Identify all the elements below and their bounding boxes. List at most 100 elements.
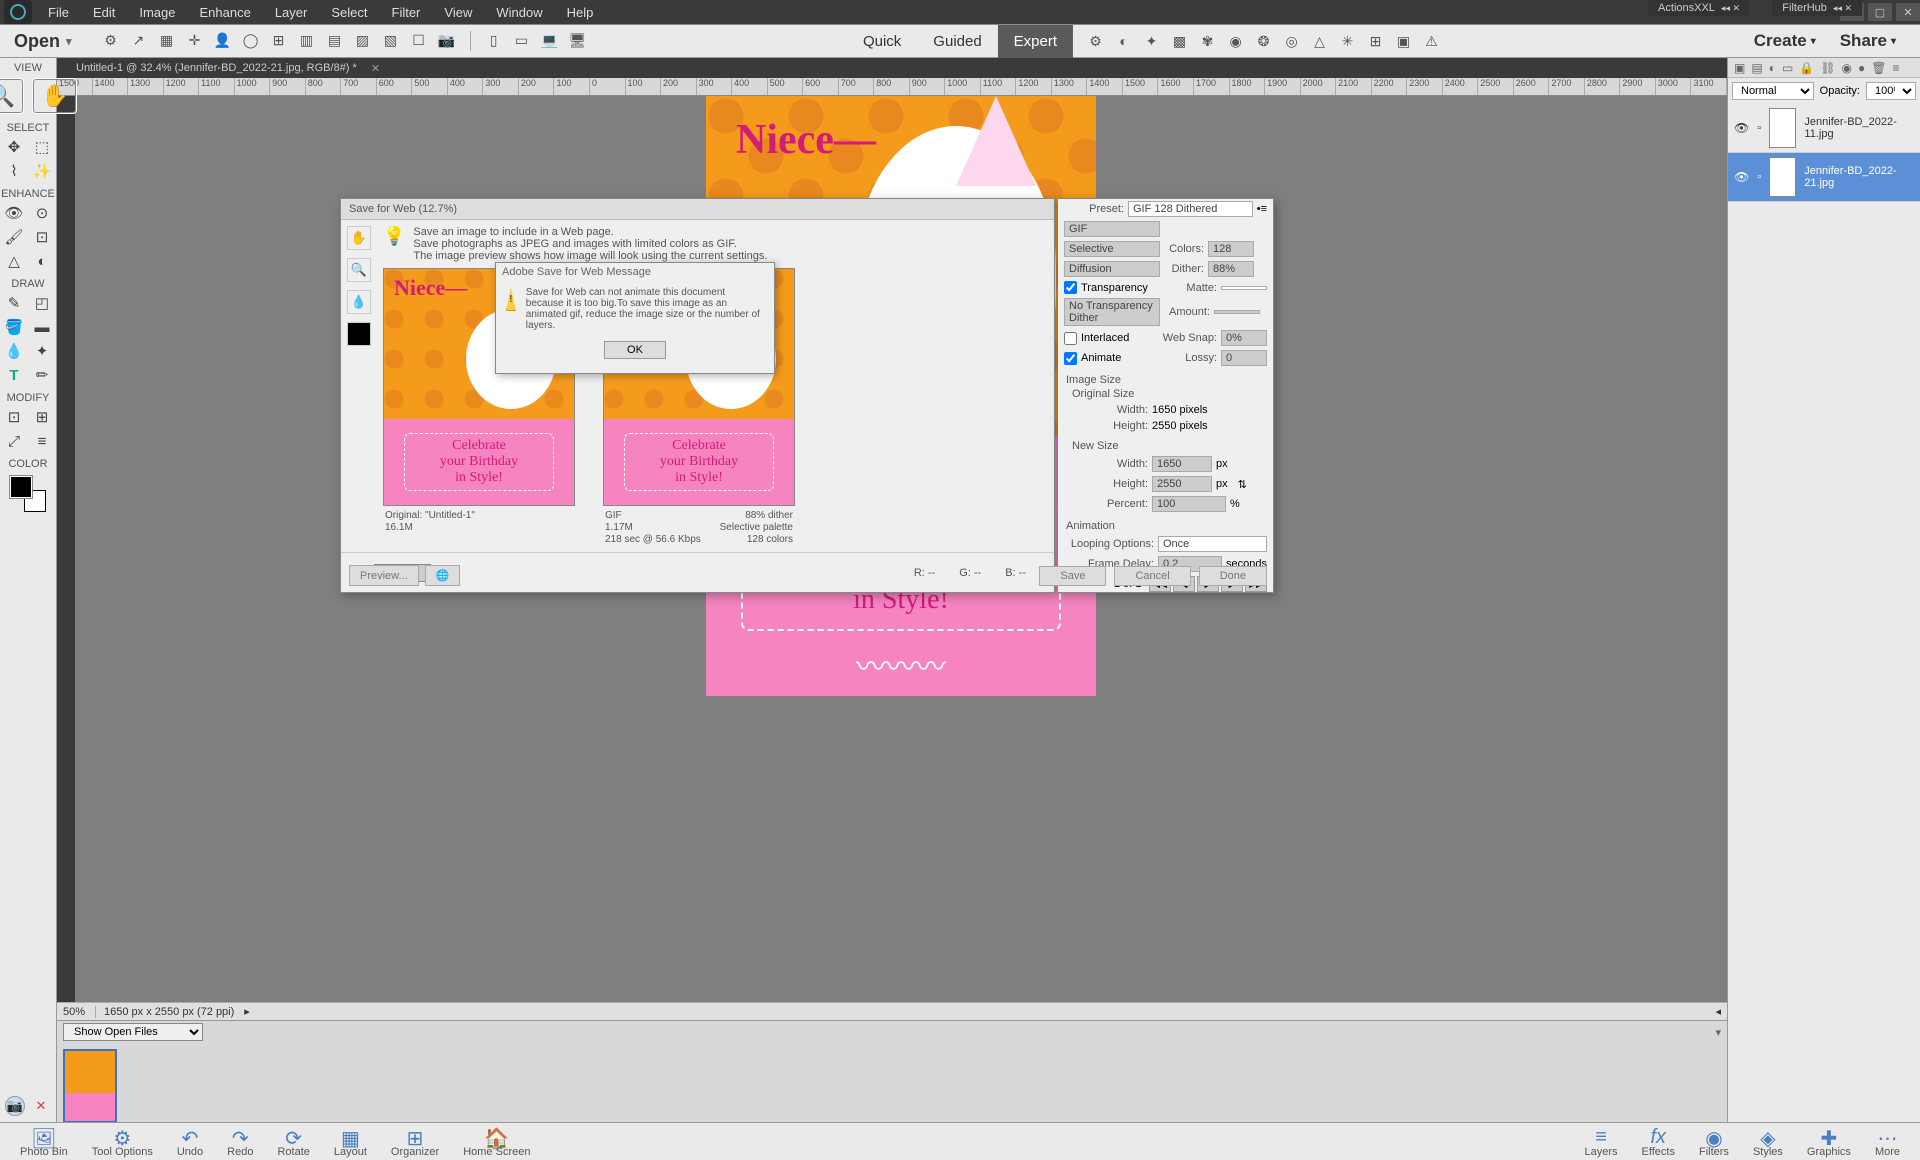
icon-a[interactable]: ▤ <box>326 31 344 49</box>
layers-btn[interactable]: ≡Layers <box>1585 1126 1618 1158</box>
crop-tool[interactable]: ⊡ <box>1 406 27 428</box>
styles-btn[interactable]: ◈Styles <box>1753 1126 1783 1158</box>
r-icon-2[interactable]: ✦ <box>1143 32 1161 50</box>
r-icon-7[interactable]: ◎ <box>1283 32 1301 50</box>
zoom-value[interactable]: 50% <box>63 1006 85 1018</box>
eye-icon[interactable]: 👁 <box>1734 170 1749 184</box>
r-icon-6[interactable]: ❂ <box>1255 32 1273 50</box>
new-height-input[interactable]: 2550 <box>1152 476 1212 492</box>
grid-icon[interactable]: ▦ <box>158 31 176 49</box>
format-select[interactable]: GIF <box>1064 221 1160 237</box>
bottom-tool-1[interactable]: 📷 <box>5 1096 25 1116</box>
r-icon-11[interactable]: ▣ <box>1395 32 1413 50</box>
r-icon-3[interactable]: ▩ <box>1171 32 1189 50</box>
layout-btn[interactable]: ▦Layout <box>334 1126 367 1158</box>
spot-tool[interactable]: ⊙ <box>29 202 55 224</box>
preset-select[interactable]: GIF 128 Dithered <box>1128 201 1253 217</box>
save-button[interactable]: Save <box>1039 566 1106 586</box>
r-warn-icon[interactable]: ⚠ <box>1423 32 1441 50</box>
blur-tool[interactable]: △ <box>1 250 27 272</box>
pencil-tool[interactable]: ✎ <box>1 292 27 314</box>
fx-icon[interactable]: ◉ <box>1841 61 1851 75</box>
cancel-button[interactable]: Cancel <box>1114 566 1190 586</box>
menu-layer[interactable]: Layer <box>263 5 320 20</box>
colors-input[interactable]: 128 <box>1208 241 1254 257</box>
r-settings-icon[interactable]: ⚙ <box>1087 32 1105 50</box>
r-icon-9[interactable]: ✳ <box>1339 32 1357 50</box>
opacity-select[interactable]: 100% <box>1866 82 1916 100</box>
doc-close-icon[interactable]: ✕ <box>371 62 380 75</box>
ext-filterhub[interactable]: FilterHub ◂◂ ✕ <box>1772 0 1862 16</box>
eraser-tool[interactable]: ◰ <box>29 292 55 314</box>
icon-b[interactable]: ▨ <box>354 31 372 49</box>
blend-mode-select[interactable]: Normal <box>1732 82 1814 100</box>
r-icon-8[interactable]: △ <box>1311 32 1329 50</box>
crosshair-icon[interactable]: ✛ <box>186 31 204 49</box>
menu-icon[interactable]: ≡ <box>1892 61 1899 75</box>
menu-edit[interactable]: Edit <box>81 5 127 20</box>
lossy-input[interactable]: 0 <box>1221 350 1267 366</box>
r-icon-10[interactable]: ⊞ <box>1367 32 1385 50</box>
menu-window[interactable]: Window <box>484 5 554 20</box>
camera-icon[interactable]: 📷 <box>438 31 456 49</box>
eyedrop-tool[interactable]: 💧 <box>1 340 27 362</box>
fill-tool[interactable]: 🪣 <box>1 316 27 338</box>
animate-check[interactable] <box>1064 352 1077 365</box>
photo-bin-btn[interactable]: 🖼Photo Bin <box>20 1126 68 1158</box>
more-btn[interactable]: ⋯More <box>1875 1126 1900 1158</box>
r-icon-4[interactable]: ✾ <box>1199 32 1217 50</box>
display-icon[interactable]: 🖥 <box>569 31 587 49</box>
close-btn[interactable]: ✕ <box>1896 3 1920 21</box>
redo-btn[interactable]: ↷Redo <box>227 1126 253 1158</box>
home-btn[interactable]: 🏠Home Screen <box>463 1126 530 1158</box>
ext-actionsxxl[interactable]: ActionsXXL ◂◂ ✕ <box>1648 0 1750 16</box>
redeye-tool[interactable]: 👁 <box>1 202 27 224</box>
icon-d[interactable]: ☐ <box>410 31 428 49</box>
hand-tool[interactable]: ✋ <box>32 78 77 114</box>
brush-tool[interactable]: 🖌 <box>1 226 27 248</box>
menu-enhance[interactable]: Enhance <box>188 5 263 20</box>
preview-button[interactable]: Preview... <box>349 565 419 586</box>
dither-input[interactable]: 88% <box>1208 261 1254 277</box>
stamp-tool[interactable]: ⊡ <box>29 226 55 248</box>
constrain-icon[interactable]: ⇅ <box>1238 478 1247 491</box>
tab-quick[interactable]: Quick <box>847 25 917 58</box>
grid2-icon[interactable]: ⊞ <box>270 31 288 49</box>
share-button[interactable]: Share <box>1840 31 1896 51</box>
menu-filter[interactable]: Filter <box>380 5 433 20</box>
dlg-eyedrop-icon[interactable]: 💧 <box>347 290 371 314</box>
circle-icon[interactable]: ◯ <box>242 31 260 49</box>
interlaced-check[interactable] <box>1064 332 1077 345</box>
layer-row[interactable]: 👁▫Jennifer-BD_2022-11.jpg <box>1728 104 1920 153</box>
lasso-tool[interactable]: ⌇ <box>1 160 27 182</box>
share-icon[interactable]: ↗ <box>130 31 148 49</box>
menu-select[interactable]: Select <box>319 5 379 20</box>
phone-icon[interactable]: ▯ <box>485 31 503 49</box>
icon-c[interactable]: ▧ <box>382 31 400 49</box>
effects-btn[interactable]: fxEffects <box>1642 1126 1675 1158</box>
rotate-btn[interactable]: ⟳Rotate <box>277 1126 309 1158</box>
status-arrow-icon[interactable]: ▸ <box>244 1005 250 1018</box>
tab-guided[interactable]: Guided <box>917 25 997 58</box>
menu-help[interactable]: Help <box>555 5 606 20</box>
laptop-icon[interactable]: 💻 <box>541 31 559 49</box>
create-button[interactable]: Create <box>1754 31 1816 51</box>
trash-icon[interactable]: 🗑 <box>1871 61 1886 75</box>
sponge-tool[interactable]: ◐ <box>29 250 55 272</box>
menu-file[interactable]: File <box>36 5 81 20</box>
preset-menu-icon[interactable]: •≡ <box>1257 203 1267 215</box>
undo-btn[interactable]: ↶Undo <box>177 1126 203 1158</box>
scroll-left-icon[interactable]: ◂ <box>1715 1005 1721 1018</box>
move-tool[interactable]: ✥ <box>1 136 27 158</box>
chart-icon[interactable]: ▥ <box>298 31 316 49</box>
new-width-input[interactable]: 1650 <box>1152 456 1212 472</box>
r-icon-5[interactable]: ◉ <box>1227 32 1245 50</box>
lock-icon[interactable]: 🔒 <box>1799 61 1814 75</box>
gradient-tool[interactable]: ▬ <box>29 316 55 338</box>
contentmove-tool[interactable]: ⤢ <box>1 430 27 452</box>
layer-row[interactable]: 👁▫Jennifer-BD_2022-21.jpg <box>1728 153 1920 202</box>
tablet-icon[interactable]: ▭ <box>513 31 531 49</box>
open-button[interactable]: Open <box>14 31 72 52</box>
person-icon[interactable]: 👤 <box>214 31 232 49</box>
marquee-tool[interactable]: ⬚ <box>29 136 55 158</box>
